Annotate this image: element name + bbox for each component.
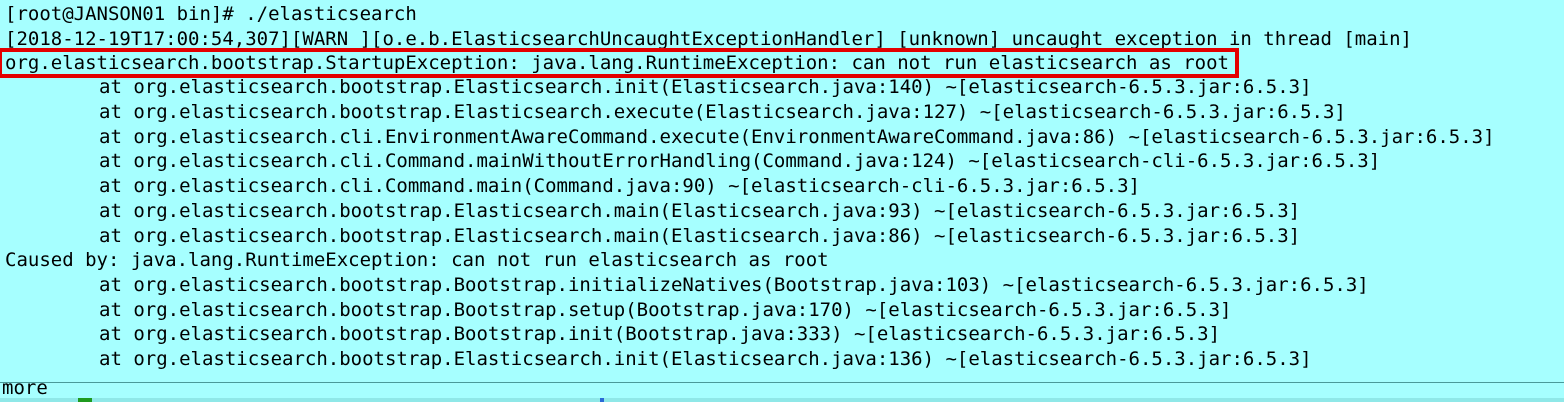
stack-trace-line: at org.elasticsearch.bootstrap.Elasticse…	[99, 101, 1346, 124]
status-bar	[0, 398, 1564, 402]
caused-by-line: Caused by: java.lang.RuntimeException: c…	[5, 249, 829, 272]
more-prompt: more	[2, 380, 48, 399]
status-indicator-blue	[600, 398, 604, 402]
stack-trace-line: at org.elasticsearch.bootstrap.Elasticse…	[99, 347, 1312, 370]
stack-trace-line: at org.elasticsearch.bootstrap.Bootstrap…	[99, 273, 1369, 296]
highlighted-exception-line: org.elasticsearch.bootstrap.StartupExcep…	[0, 48, 1239, 79]
stack-trace-line: at org.elasticsearch.cli.EnvironmentAwar…	[99, 125, 1495, 148]
stack-trace-line: at org.elasticsearch.bootstrap.Bootstrap…	[99, 298, 1232, 321]
terminal-window[interactable]: [root@JANSON01 bin]# ./elasticsearch [20…	[0, 0, 1564, 402]
stack-trace-line: at org.elasticsearch.cli.Command.mainWit…	[99, 150, 1381, 173]
status-indicator-green	[78, 398, 92, 402]
stack-trace-line: at org.elasticsearch.bootstrap.Elasticse…	[99, 224, 1301, 247]
stack-trace-line: at org.elasticsearch.cli.Command.main(Co…	[99, 175, 1140, 198]
warn-log-line: [2018-12-19T17:00:54,307][WARN ][o.e.b.E…	[5, 27, 1412, 50]
stack-trace-line: at org.elasticsearch.bootstrap.Elasticse…	[99, 76, 1312, 99]
status-divider	[0, 382, 1564, 383]
shell-prompt-command: [root@JANSON01 bin]# ./elasticsearch	[5, 3, 417, 25]
stack-trace-line: at org.elasticsearch.bootstrap.Bootstrap…	[99, 323, 1221, 346]
stack-trace-line: at org.elasticsearch.bootstrap.Elasticse…	[99, 199, 1301, 222]
